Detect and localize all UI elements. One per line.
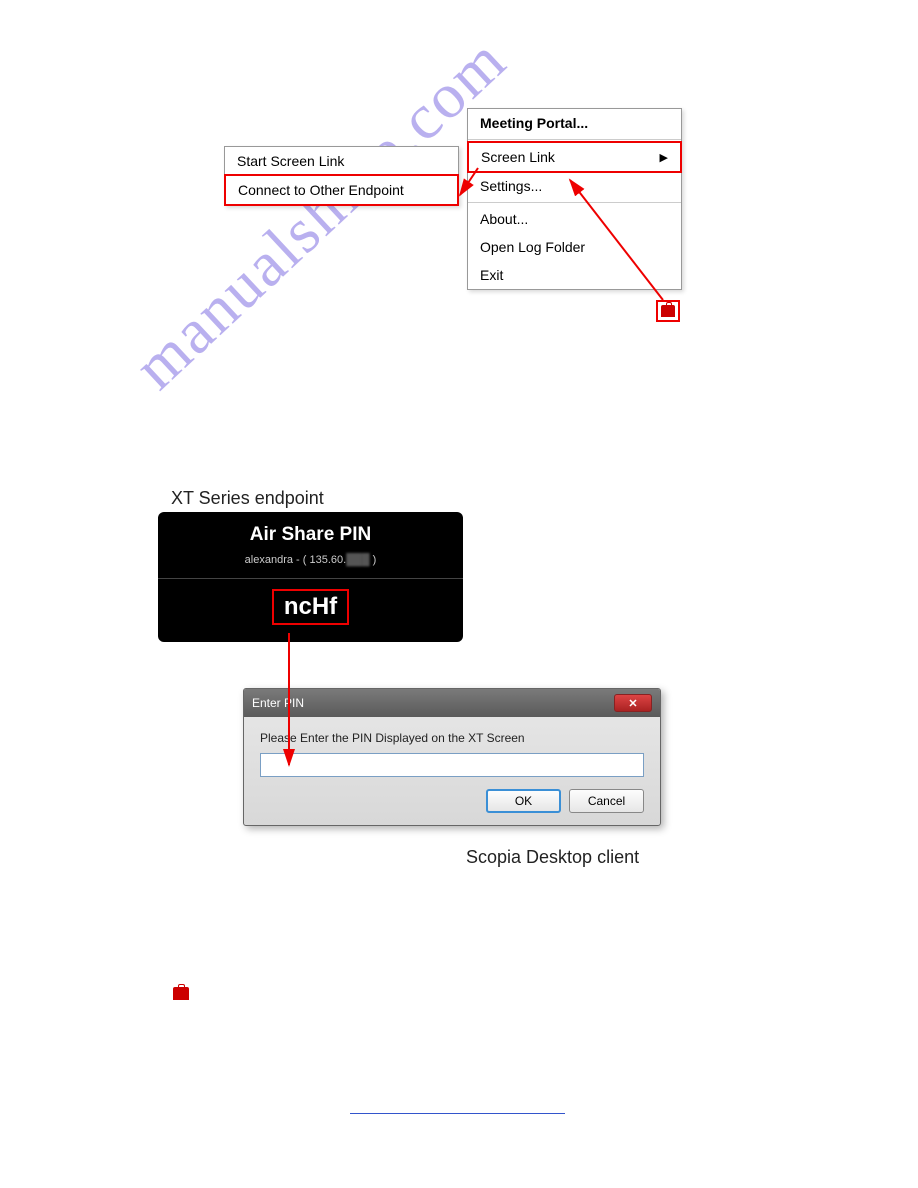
pin-prompt-text: Please Enter the PIN Displayed on the XT… — [260, 731, 644, 745]
menu-item-settings[interactable]: Settings... — [468, 172, 681, 200]
tray-icon[interactable] — [661, 305, 675, 317]
xt-series-heading: XT Series endpoint — [171, 488, 324, 509]
dialog-title: Enter PIN — [252, 696, 304, 710]
dialog-buttons: OK Cancel — [260, 789, 644, 813]
submenu-start-screen-link[interactable]: Start Screen Link — [225, 147, 458, 175]
xt-pin-display: Air Share PIN alexandra - ( 135.60.███ )… — [158, 512, 463, 642]
menu-item-screen-link[interactable]: Screen Link ▶ — [467, 141, 682, 173]
tray-icon-small — [173, 987, 189, 1000]
dialog-titlebar: Enter PIN ✕ — [244, 689, 660, 717]
xt-subtitle: alexandra - ( 135.60.███ ) — [158, 554, 463, 566]
menu-item-exit[interactable]: Exit — [468, 261, 681, 289]
close-button[interactable]: ✕ — [614, 694, 652, 712]
ok-button[interactable]: OK — [486, 789, 561, 813]
menu-item-open-log-folder[interactable]: Open Log Folder — [468, 233, 681, 261]
enter-pin-dialog: Enter PIN ✕ Please Enter the PIN Display… — [243, 688, 661, 826]
bottom-link-underline — [350, 1113, 565, 1114]
submenu-connect-other-endpoint[interactable]: Connect to Other Endpoint — [224, 174, 459, 206]
watermark-text: manualshive.com — [120, 23, 521, 404]
context-submenu: Start Screen Link Connect to Other Endpo… — [224, 146, 459, 206]
menu-item-label: Screen Link — [481, 149, 555, 165]
menu-item-meeting-portal[interactable]: Meeting Portal... — [468, 109, 681, 137]
tray-icon-highlight — [656, 300, 680, 322]
menu-divider — [468, 202, 681, 203]
xt-pin-value: ncHf — [272, 589, 349, 625]
menu-divider — [468, 139, 681, 140]
chevron-right-icon: ▶ — [660, 151, 668, 164]
context-menu-main: Meeting Portal... Screen Link ▶ Settings… — [467, 108, 682, 290]
menu-item-about[interactable]: About... — [468, 205, 681, 233]
xt-title: Air Share PIN — [158, 524, 463, 546]
xt-divider — [158, 578, 463, 579]
scopia-label: Scopia Desktop client — [466, 847, 639, 868]
close-icon: ✕ — [628, 697, 637, 710]
cancel-button[interactable]: Cancel — [569, 789, 644, 813]
dialog-body: Please Enter the PIN Displayed on the XT… — [244, 717, 660, 825]
pin-input[interactable] — [260, 753, 644, 777]
